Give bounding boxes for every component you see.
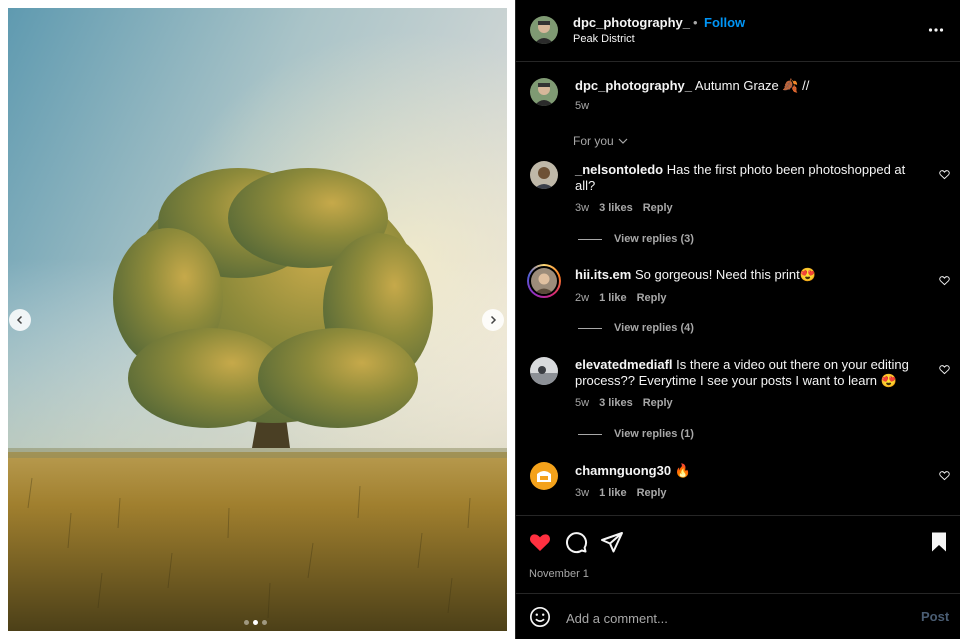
media-panel: [0, 0, 515, 639]
post-photo[interactable]: [8, 8, 507, 631]
reply-line: [578, 433, 602, 435]
comment-text: chamnguong30 🔥: [575, 463, 915, 479]
view-replies-button[interactable]: View replies (4): [578, 322, 694, 334]
reply-line: [578, 238, 602, 240]
more-icon[interactable]: [928, 22, 944, 38]
view-replies-label: View replies (4): [614, 322, 694, 334]
avatar[interactable]: [530, 16, 558, 44]
comment-likes[interactable]: 1 like: [599, 292, 627, 304]
reply-button[interactable]: Reply: [643, 202, 673, 214]
comment-username[interactable]: chamnguong30: [575, 463, 671, 478]
comment-meta: 3w 3 likes Reply: [575, 202, 673, 214]
caption: dpc_photography_ Autumn Graze 🍂 //: [575, 78, 809, 94]
caption-username[interactable]: dpc_photography_: [575, 78, 692, 93]
view-replies-button[interactable]: View replies (3): [578, 233, 694, 245]
carousel-dot-active: [253, 620, 258, 625]
heart-icon[interactable]: [939, 470, 950, 481]
emoji-icon[interactable]: [529, 606, 551, 628]
comment-text: _nelsontoledo Has the first photo been p…: [575, 162, 915, 194]
comment-likes[interactable]: 3 likes: [599, 397, 633, 409]
follow-button[interactable]: Follow: [704, 15, 745, 30]
heart-icon[interactable]: [939, 169, 950, 180]
reply-line: [578, 327, 602, 329]
caption-text: Autumn Graze 🍂 //: [694, 78, 810, 93]
comment-likes[interactable]: 1 like: [599, 487, 627, 499]
comment-time[interactable]: 2w: [575, 292, 589, 304]
post-comment-button[interactable]: Post: [921, 609, 949, 624]
bookmark-icon[interactable]: [927, 530, 951, 554]
view-replies-label: View replies (3): [614, 233, 694, 245]
carousel-dot: [262, 620, 267, 625]
view-replies-label: View replies (1): [614, 428, 694, 440]
comment-icon[interactable]: [564, 530, 588, 554]
post-details-panel: dpc_photography_ • Follow Peak District …: [515, 0, 960, 639]
comment-time[interactable]: 3w: [575, 487, 589, 499]
comment-body: 🔥: [674, 463, 691, 478]
view-replies-button[interactable]: View replies (1): [578, 428, 694, 440]
carousel-dot: [244, 620, 249, 625]
post-username[interactable]: dpc_photography_: [573, 15, 690, 30]
avatar[interactable]: [530, 78, 558, 106]
reply-button[interactable]: Reply: [637, 292, 667, 304]
carousel-prev-button[interactable]: [9, 309, 31, 331]
comment-time[interactable]: 5w: [575, 397, 589, 409]
chevron-left-icon: [16, 315, 23, 325]
separator-dot: •: [693, 15, 698, 30]
heart-icon[interactable]: [528, 530, 552, 554]
post-location[interactable]: Peak District: [573, 33, 635, 45]
post-actions: November 1: [516, 515, 960, 593]
comment-username[interactable]: hii.its.em: [575, 267, 631, 282]
avatar[interactable]: [530, 357, 558, 385]
comment-username[interactable]: _nelsontoledo: [575, 162, 663, 177]
heart-icon[interactable]: [939, 275, 950, 286]
add-comment-input[interactable]: [564, 606, 888, 630]
comment-time[interactable]: 3w: [575, 202, 589, 214]
comment-text: hii.its.em So gorgeous! Need this print😍: [575, 267, 915, 283]
share-icon[interactable]: [600, 530, 624, 554]
chevron-right-icon: [490, 315, 497, 325]
comment-sort-dropdown[interactable]: For you: [573, 134, 628, 148]
post-date[interactable]: November 1: [529, 568, 589, 580]
avatar[interactable]: [530, 161, 558, 189]
comment-meta: 3w 1 like Reply: [575, 487, 667, 499]
chevron-down-icon: [618, 138, 628, 144]
comment-meta: 2w 1 like Reply: [575, 292, 667, 304]
comment-text: elevatedmediafl Is there a video out the…: [575, 357, 915, 389]
add-comment-bar: Post: [516, 593, 960, 639]
comment-meta: 5w 3 likes Reply: [575, 397, 673, 409]
comment-body: So gorgeous! Need this print😍: [634, 267, 816, 282]
carousel-next-button[interactable]: [482, 309, 504, 331]
carousel-indicator: [244, 620, 267, 625]
heart-icon[interactable]: [939, 364, 950, 375]
comment-likes[interactable]: 3 likes: [599, 202, 633, 214]
avatar-story-ring[interactable]: [527, 264, 561, 298]
avatar[interactable]: [530, 462, 558, 490]
reply-button[interactable]: Reply: [637, 487, 667, 499]
caption-time[interactable]: 5w: [575, 100, 589, 112]
reply-button[interactable]: Reply: [643, 397, 673, 409]
comment-username[interactable]: elevatedmediafl: [575, 357, 673, 372]
app-window: dpc_photography_ • Follow Peak District …: [0, 0, 960, 639]
post-header: dpc_photography_ • Follow Peak District: [516, 0, 960, 62]
comment-sort-label: For you: [573, 134, 614, 148]
